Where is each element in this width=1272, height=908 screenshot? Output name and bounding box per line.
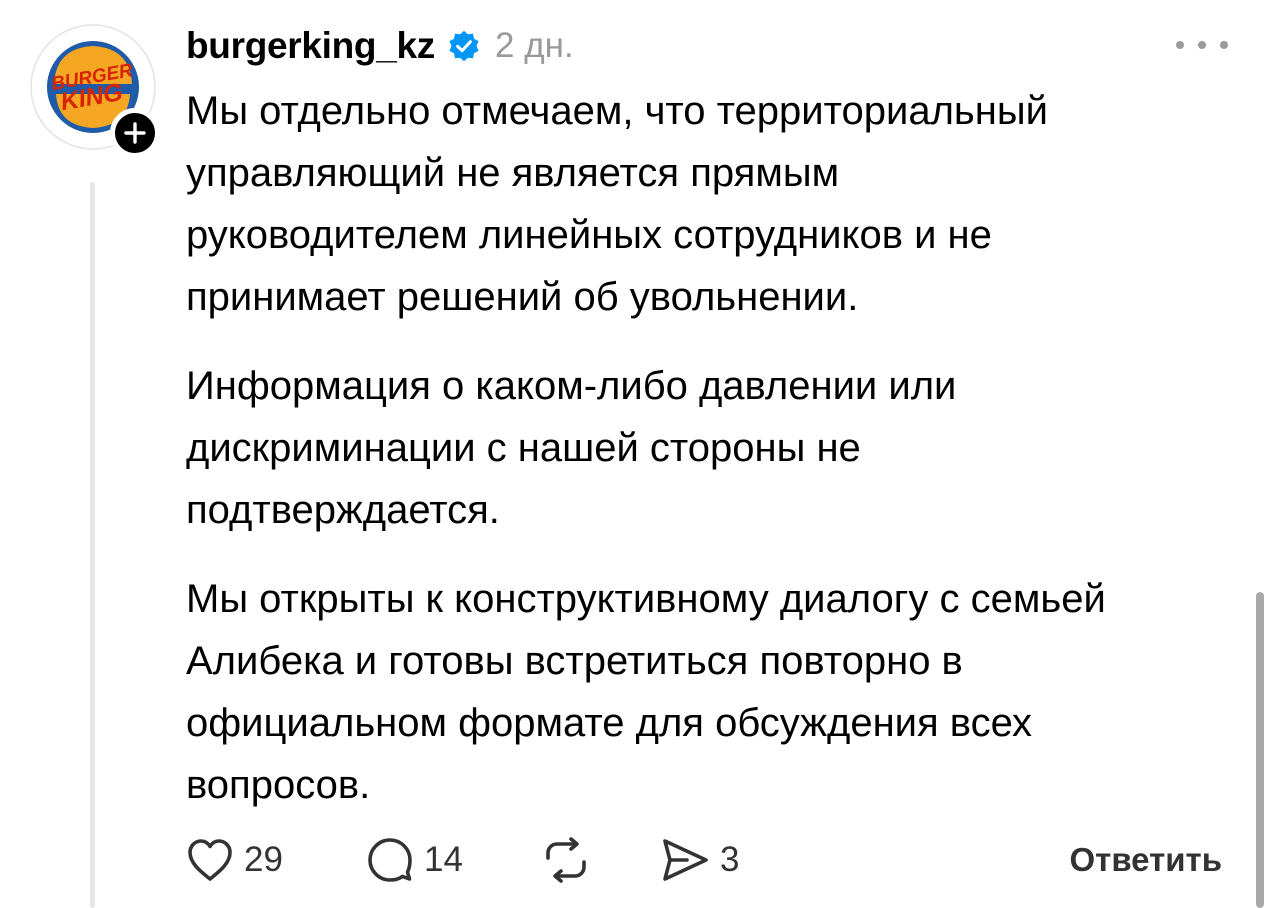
post-paragraph: Мы отдельно отмечаем, что территориальны…	[186, 89, 1048, 319]
comment-count: 14	[424, 840, 463, 879]
repost-icon	[546, 837, 586, 883]
scrollbar[interactable]	[1256, 592, 1264, 908]
send-icon	[663, 839, 708, 881]
like-count: 29	[244, 840, 283, 879]
post-paragraph: Информация о каком-либо давлении или дис…	[186, 364, 957, 532]
post-actions: 29 14 3 Ответить	[186, 832, 1226, 888]
heart-icon	[188, 839, 232, 881]
verified-badge-icon	[449, 30, 479, 62]
repost-button[interactable]	[540, 832, 592, 888]
username[interactable]: burgerking_kz	[186, 25, 435, 67]
plus-icon	[124, 122, 146, 144]
share-button[interactable]: 3	[660, 832, 739, 888]
post-time: 2 дн.	[495, 26, 574, 65]
ellipsis-dot	[1220, 41, 1228, 49]
reply-button[interactable]: Ответить	[1070, 832, 1223, 888]
comment-bubble-icon	[368, 838, 412, 882]
thread-line	[90, 182, 95, 908]
ellipsis-dot	[1176, 41, 1184, 49]
more-options-button[interactable]	[1176, 30, 1228, 60]
post-body: Мы отдельно отмечаем, что территориальны…	[186, 80, 1246, 843]
post-paragraph: Мы открыты к конструктивному диалогу с с…	[186, 577, 1106, 807]
share-count: 3	[720, 840, 740, 879]
follow-button[interactable]	[110, 108, 160, 158]
avatar-container: BURGER KING	[30, 24, 160, 164]
ellipsis-dot	[1198, 41, 1206, 49]
post-header: burgerking_kz 2 дн.	[186, 20, 574, 72]
comment-button[interactable]: 14	[366, 832, 463, 888]
like-button[interactable]: 29	[186, 832, 283, 888]
